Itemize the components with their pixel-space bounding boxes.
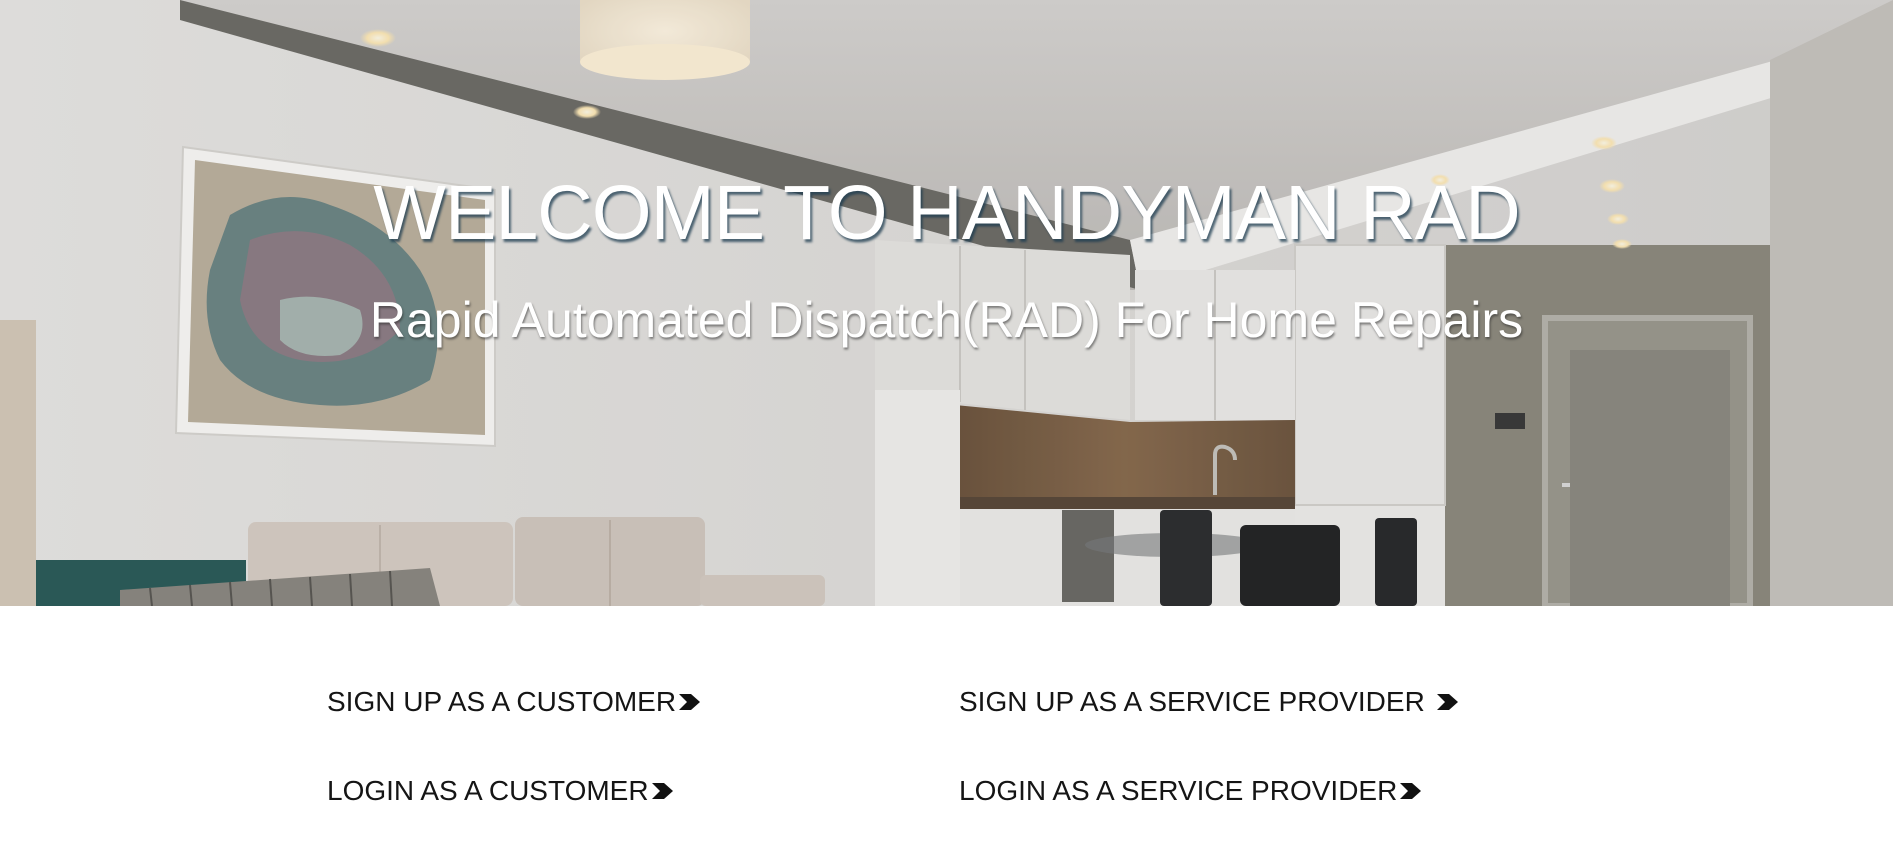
customer-login-link[interactable]: LOGIN AS A CUSTOMER <box>327 775 674 807</box>
customer-login-label: LOGIN AS A CUSTOMER <box>327 775 649 806</box>
chevron-right-icon <box>1400 783 1422 799</box>
auth-links-section: SIGN UP AS A CUSTOMER LOGIN AS A CUSTOME… <box>0 606 1893 845</box>
hero-subtitle: Rapid Automated Dispatch(RAD) For Home R… <box>369 292 1524 348</box>
provider-login-label: LOGIN AS A SERVICE PROVIDER <box>959 775 1398 806</box>
provider-signup-link[interactable]: SIGN UP AS A SERVICE PROVIDER <box>959 686 1459 718</box>
customer-signup-label: SIGN UP AS A CUSTOMER <box>327 686 677 717</box>
chevron-right-icon <box>679 694 701 710</box>
provider-login-link[interactable]: LOGIN AS A SERVICE PROVIDER <box>959 775 1422 807</box>
chevron-right-icon <box>651 783 673 799</box>
provider-signup-label: SIGN UP AS A SERVICE PROVIDER <box>959 686 1425 717</box>
hero-title: WELCOME TO HANDYMAN RAD <box>373 170 1520 256</box>
chevron-right-icon <box>1436 694 1458 710</box>
hero-banner: WELCOME TO HANDYMAN RAD Rapid Automated … <box>0 0 1893 606</box>
customer-signup-link[interactable]: SIGN UP AS A CUSTOMER <box>327 686 701 718</box>
